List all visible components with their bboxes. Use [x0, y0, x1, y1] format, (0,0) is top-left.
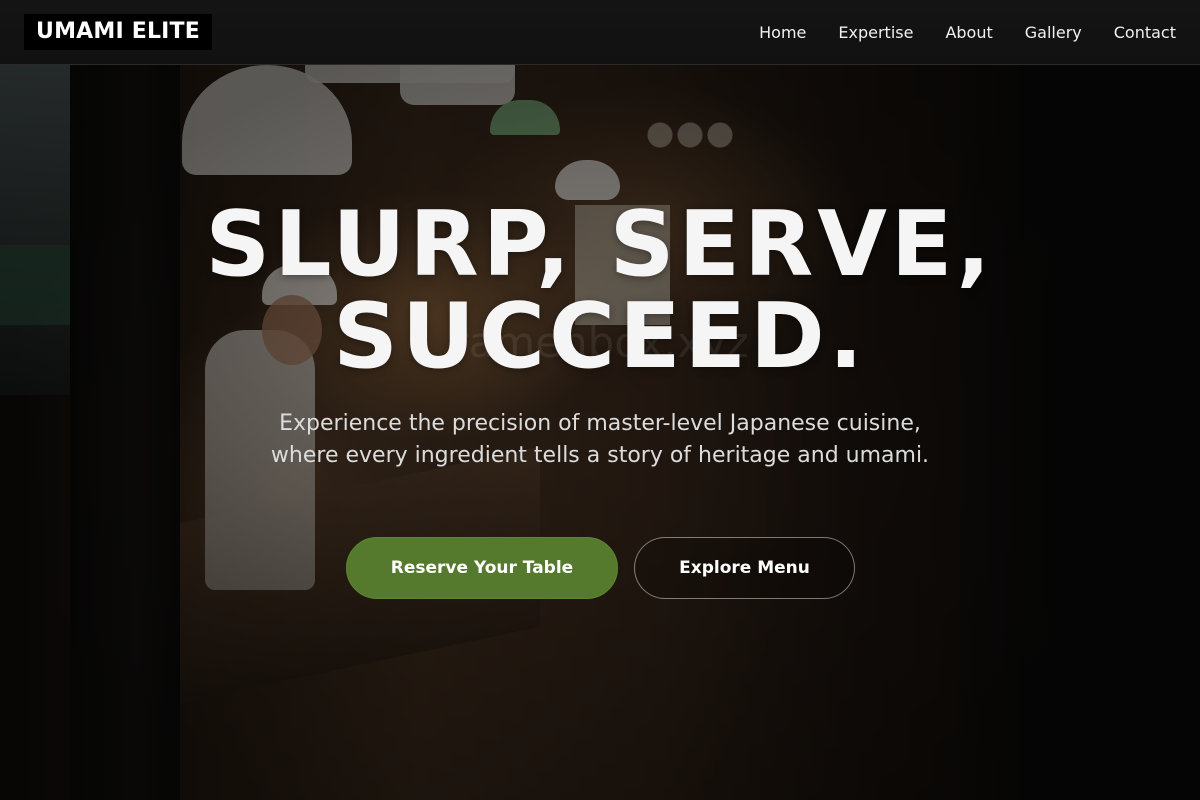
hero-subtitle: Experience the precision of master-level… — [270, 411, 930, 468]
explore-menu-button[interactable]: Explore Menu — [634, 537, 855, 599]
nav-link-home[interactable]: Home — [759, 23, 806, 42]
hero-headline-line-1: SLURP, SERVE, — [205, 192, 995, 297]
nav-link-contact[interactable]: Contact — [1114, 23, 1176, 42]
hero-headline-line-2: SUCCEED. — [333, 284, 867, 389]
nav-link-expertise[interactable]: Expertise — [838, 23, 913, 42]
reserve-table-button[interactable]: Reserve Your Table — [346, 537, 618, 599]
hero-headline: SLURP, SERVE, SUCCEED. — [0, 199, 1200, 383]
nav-link-gallery[interactable]: Gallery — [1025, 23, 1082, 42]
nav-link-about[interactable]: About — [945, 23, 992, 42]
landing-page: UMAMI ELITE Home Expertise About Gallery… — [0, 0, 1200, 800]
site-header: UMAMI ELITE Home Expertise About Gallery… — [0, 0, 1200, 65]
main-nav: Home Expertise About Gallery Contact — [759, 0, 1176, 64]
site-logo[interactable]: UMAMI ELITE — [24, 14, 212, 50]
